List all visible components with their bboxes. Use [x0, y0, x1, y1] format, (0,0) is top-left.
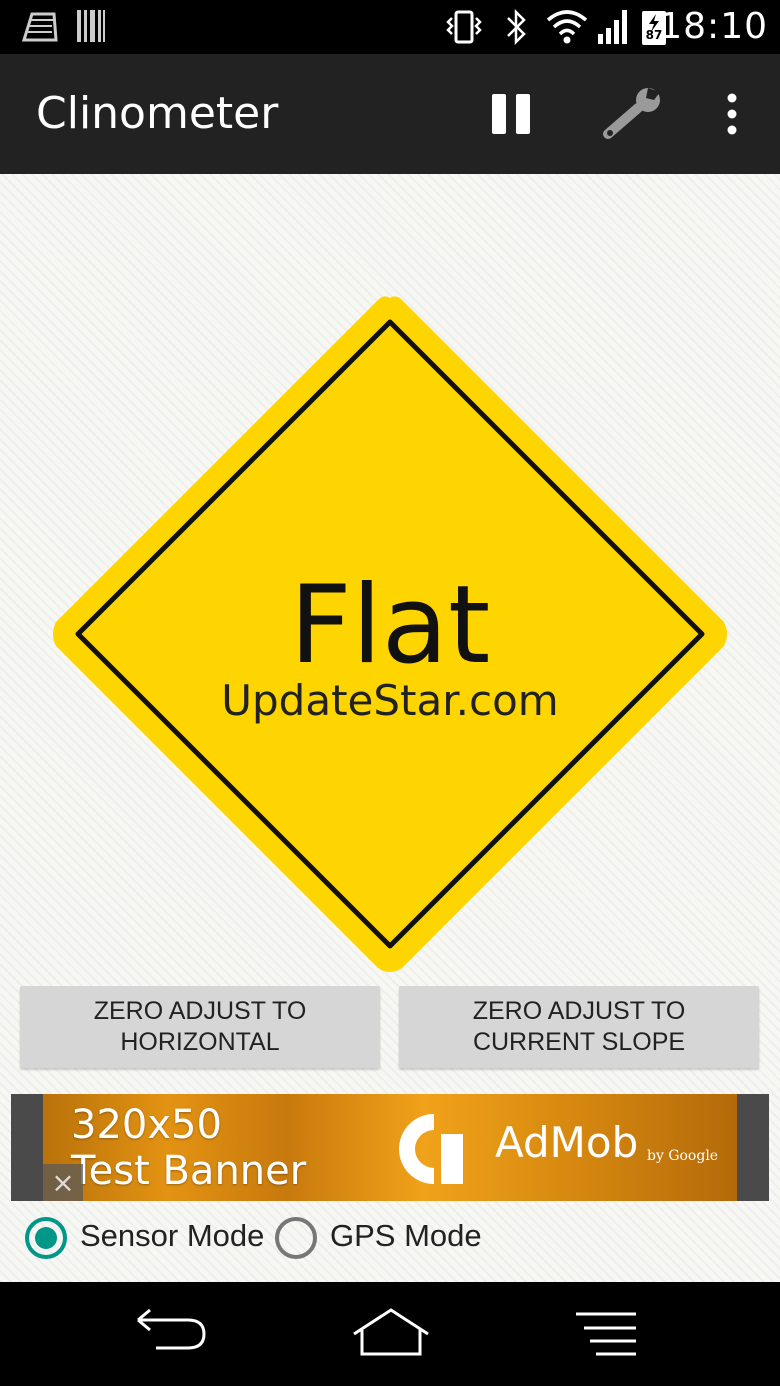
bluetooth-icon: [507, 8, 526, 46]
slope-status-text: Flat: [289, 563, 491, 688]
sensor-mode-radio[interactable]: [24, 1216, 68, 1260]
home-button[interactable]: [346, 1304, 436, 1364]
navigation-bar: [0, 1282, 780, 1386]
status-bar: 87 18:10: [0, 0, 780, 54]
ad-banner[interactable]: 320x50 Test Banner AdMob by Google ×: [11, 1094, 769, 1201]
app-title: Clinometer: [36, 88, 279, 139]
overflow-menu-button[interactable]: [714, 84, 750, 144]
home-icon: [353, 1308, 429, 1356]
ad-test-text: Test Banner: [71, 1148, 307, 1194]
ad-by-text: by Google: [647, 1148, 719, 1164]
ad-creative: 320x50 Test Banner AdMob by Google: [43, 1094, 737, 1201]
overflow-menu-icon: [727, 93, 737, 135]
settings-button[interactable]: [602, 84, 666, 144]
button-line-1: ZERO ADJUST TO: [472, 997, 686, 1025]
gps-mode-label[interactable]: GPS Mode: [330, 1218, 482, 1254]
signal-icon: [598, 10, 627, 44]
back-icon: [137, 1308, 206, 1350]
button-line-2: HORIZONTAL: [120, 1028, 280, 1056]
barcode-icon: [77, 10, 105, 42]
recents-icon: [576, 1312, 636, 1356]
mode-selector: Sensor Mode GPS Mode: [0, 1210, 780, 1266]
recents-button[interactable]: [570, 1304, 660, 1364]
ad-size-text: 320x50: [71, 1102, 222, 1148]
pause-icon: [492, 94, 530, 134]
ad-brand-text: AdMob: [495, 1118, 639, 1167]
admob-logo-icon: [399, 1114, 463, 1184]
watermark-text: UpdateStar.com: [221, 676, 559, 725]
pause-button[interactable]: [482, 84, 542, 144]
wifi-icon: [546, 10, 588, 44]
notification-app-icon: [21, 12, 58, 42]
button-line-1: ZERO ADJUST TO: [93, 997, 307, 1025]
status-clock: 18:10: [659, 6, 768, 47]
button-line-2: CURRENT SLOPE: [472, 1028, 686, 1056]
vibrate-icon: [446, 10, 482, 44]
ad-close-icon[interactable]: ×: [43, 1164, 83, 1201]
gps-mode-radio[interactable]: [274, 1216, 318, 1260]
sensor-mode-label[interactable]: Sensor Mode: [80, 1218, 264, 1254]
zero-adjust-horizontal-button[interactable]: ZERO ADJUST TO HORIZONTAL: [20, 986, 380, 1068]
wrench-icon: [603, 88, 660, 139]
zero-adjust-slope-button[interactable]: ZERO ADJUST TO CURRENT SLOPE: [399, 986, 759, 1068]
app-bar: Clinometer: [0, 54, 780, 174]
back-button[interactable]: [126, 1304, 216, 1364]
